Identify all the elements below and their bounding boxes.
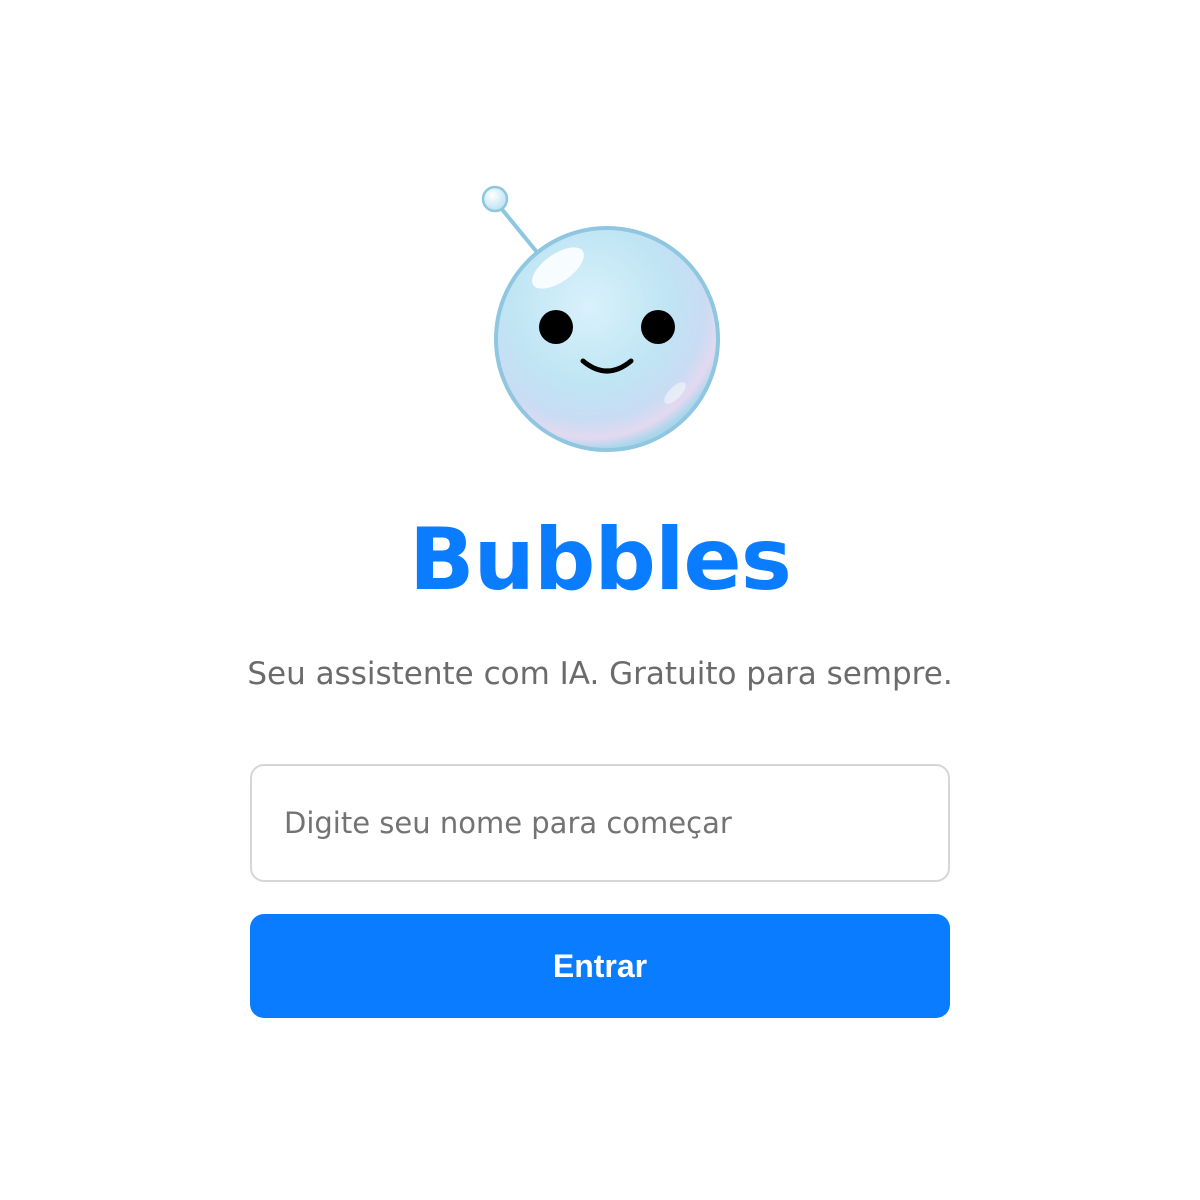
app-title: Bubbles <box>409 510 792 610</box>
enter-button[interactable]: Entrar <box>250 914 950 1018</box>
antenna-tip <box>481 185 509 213</box>
right-eye <box>641 310 675 344</box>
bubble-robot-mascot-icon <box>481 185 720 452</box>
bubble-body <box>494 226 720 452</box>
name-input[interactable] <box>250 764 950 882</box>
tagline: Seu assistente com IA. Gratuito para sem… <box>247 656 953 692</box>
login-screen: Bubbles Seu assistente com IA. Gratuito … <box>0 0 1200 1200</box>
left-eye <box>539 310 573 344</box>
